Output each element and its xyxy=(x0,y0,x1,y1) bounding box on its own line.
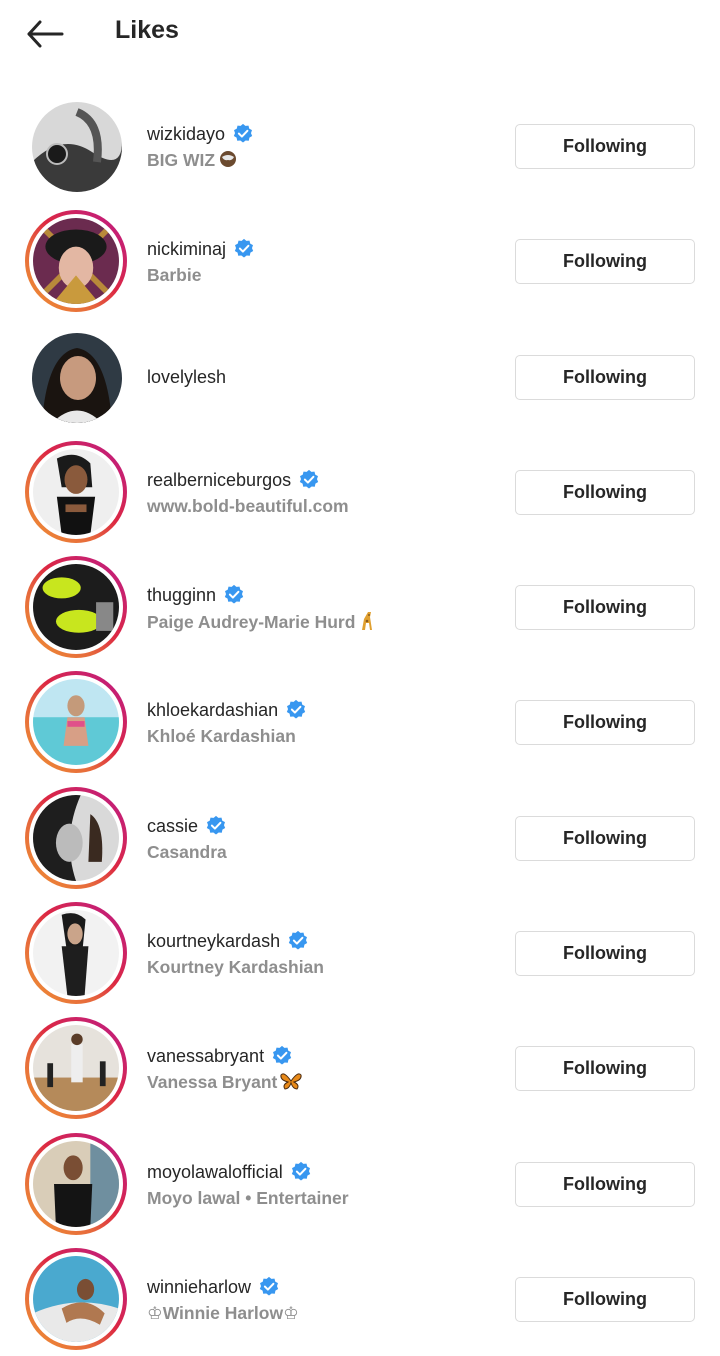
list-item: moyolawalofficial Moyo lawal • Entertain… xyxy=(0,1126,720,1241)
avatar[interactable] xyxy=(25,671,127,774)
username[interactable]: lovelylesh xyxy=(147,365,226,389)
list-item: khloekardashian Khloé Kardashian Followi… xyxy=(0,664,720,779)
profile-photo xyxy=(32,332,122,423)
list-item: kourtneykardash Kourtney Kardashian Foll… xyxy=(0,895,720,1010)
avatar[interactable] xyxy=(25,326,127,428)
full-name: Barbie xyxy=(147,265,202,286)
username[interactable]: realberniceburgos xyxy=(147,468,291,492)
profile-photo xyxy=(33,1140,119,1227)
profile-photo xyxy=(33,448,119,535)
following-button[interactable]: Following xyxy=(515,469,695,515)
following-button[interactable]: Following xyxy=(515,815,695,861)
profile-photo xyxy=(33,794,119,881)
verified-badge-icon xyxy=(233,123,253,143)
user-meta: khloekardashian Khloé Kardashian xyxy=(147,698,497,748)
arrow-left-icon xyxy=(27,20,64,48)
butterfly-emoji-icon xyxy=(280,1071,302,1097)
user-meta: thugginn Paige Audrey-Marie Hurd xyxy=(147,583,497,637)
list-item: winnieharlow ♔Winnie Harlow♔ Following xyxy=(0,1241,720,1356)
verified-badge-icon xyxy=(291,1161,310,1181)
verified-badge-icon xyxy=(206,815,226,835)
username[interactable]: wizkidayo xyxy=(147,122,225,146)
verified-badge-icon xyxy=(288,930,308,950)
header-bar: Likes xyxy=(0,0,720,70)
list-item: lovelylesh Following xyxy=(0,319,720,434)
page-title: Likes xyxy=(115,16,179,44)
username[interactable]: vanessabryant xyxy=(147,1044,264,1068)
giraffe-emoji-icon xyxy=(358,609,376,637)
full-name: Casandra xyxy=(147,841,227,862)
user-meta: winnieharlow ♔Winnie Harlow♔ xyxy=(147,1275,497,1325)
profile-photo xyxy=(33,564,119,651)
following-button[interactable]: Following xyxy=(515,239,695,285)
user-meta: kourtneykardash Kourtney Kardashian xyxy=(147,929,497,979)
avatar[interactable] xyxy=(25,1132,127,1235)
avatar[interactable] xyxy=(25,440,127,543)
globe-emoji-icon xyxy=(218,149,238,175)
full-name: www.bold-beautiful.com xyxy=(147,495,349,516)
username[interactable]: winnieharlow xyxy=(147,1275,251,1299)
user-meta: vanessabryant Vanessa Bryant xyxy=(147,1044,497,1097)
following-button[interactable]: Following xyxy=(515,124,695,169)
user-meta: realberniceburgos www.bold-beautiful.com xyxy=(147,468,497,518)
profile-photo xyxy=(33,679,119,766)
username[interactable]: khloekardashian xyxy=(147,698,278,722)
username[interactable]: cassie xyxy=(147,814,198,838)
user-meta: moyolawalofficial Moyo lawal • Entertain… xyxy=(147,1160,497,1210)
user-meta: nickiminaj Barbie xyxy=(147,237,497,287)
username[interactable]: thugginn xyxy=(147,583,216,607)
profile-photo xyxy=(33,218,119,305)
full-name: Kourtney Kardashian xyxy=(147,957,324,978)
following-button[interactable]: Following xyxy=(515,1046,695,1092)
list-item: realberniceburgos www.bold-beautiful.com… xyxy=(0,434,720,549)
user-meta: lovelylesh xyxy=(147,365,497,389)
following-button[interactable]: Following xyxy=(515,1161,695,1207)
following-button[interactable]: Following xyxy=(515,700,695,746)
verified-badge-icon xyxy=(259,1276,279,1296)
full-name: Vanessa Bryant xyxy=(147,1072,278,1093)
avatar[interactable] xyxy=(25,210,127,313)
avatar[interactable] xyxy=(25,1247,127,1350)
avatar[interactable] xyxy=(25,902,127,1005)
full-name: BIG WIZ xyxy=(147,150,216,170)
verified-badge-icon xyxy=(286,700,306,720)
following-button[interactable]: Following xyxy=(515,1276,695,1322)
full-name: Paige Audrey-Marie Hurd xyxy=(147,612,356,633)
user-meta: wizkidayo BIG WIZ xyxy=(147,122,497,175)
verified-badge-icon xyxy=(224,585,244,604)
full-name: Moyo lawal • Entertainer xyxy=(147,1187,349,1208)
user-meta: cassie Casandra xyxy=(147,814,497,864)
profile-photo xyxy=(33,1025,119,1112)
avatar[interactable] xyxy=(25,1017,127,1120)
username[interactable]: kourtneykardash xyxy=(147,929,280,953)
verified-badge-icon xyxy=(272,1046,292,1065)
list-item: cassie Casandra Following xyxy=(0,780,720,895)
list-item: wizkidayo BIG WIZ Following xyxy=(0,88,720,203)
list-item: nickiminaj Barbie Following xyxy=(0,203,720,318)
avatar[interactable] xyxy=(25,786,127,889)
avatar[interactable] xyxy=(25,95,127,197)
profile-photo xyxy=(33,910,119,997)
following-button[interactable]: Following xyxy=(515,931,695,977)
profile-photo xyxy=(33,1255,119,1342)
verified-badge-icon xyxy=(234,239,254,258)
back-button[interactable] xyxy=(22,14,68,54)
following-button[interactable]: Following xyxy=(515,585,695,631)
likes-list: wizkidayo BIG WIZ Following nickiminaj B… xyxy=(0,88,720,1356)
list-item: thugginn Paige Audrey-Marie Hurd Followi… xyxy=(0,549,720,664)
profile-photo xyxy=(32,102,122,192)
full-name: Khloé Kardashian xyxy=(147,726,296,747)
username[interactable]: nickiminaj xyxy=(147,237,226,261)
avatar[interactable] xyxy=(25,556,127,659)
verified-badge-icon xyxy=(299,469,319,489)
full-name: ♔Winnie Harlow♔ xyxy=(147,1302,299,1323)
following-button[interactable]: Following xyxy=(515,354,695,400)
username[interactable]: moyolawalofficial xyxy=(147,1160,283,1184)
list-item: vanessabryant Vanessa Bryant Following xyxy=(0,1010,720,1125)
